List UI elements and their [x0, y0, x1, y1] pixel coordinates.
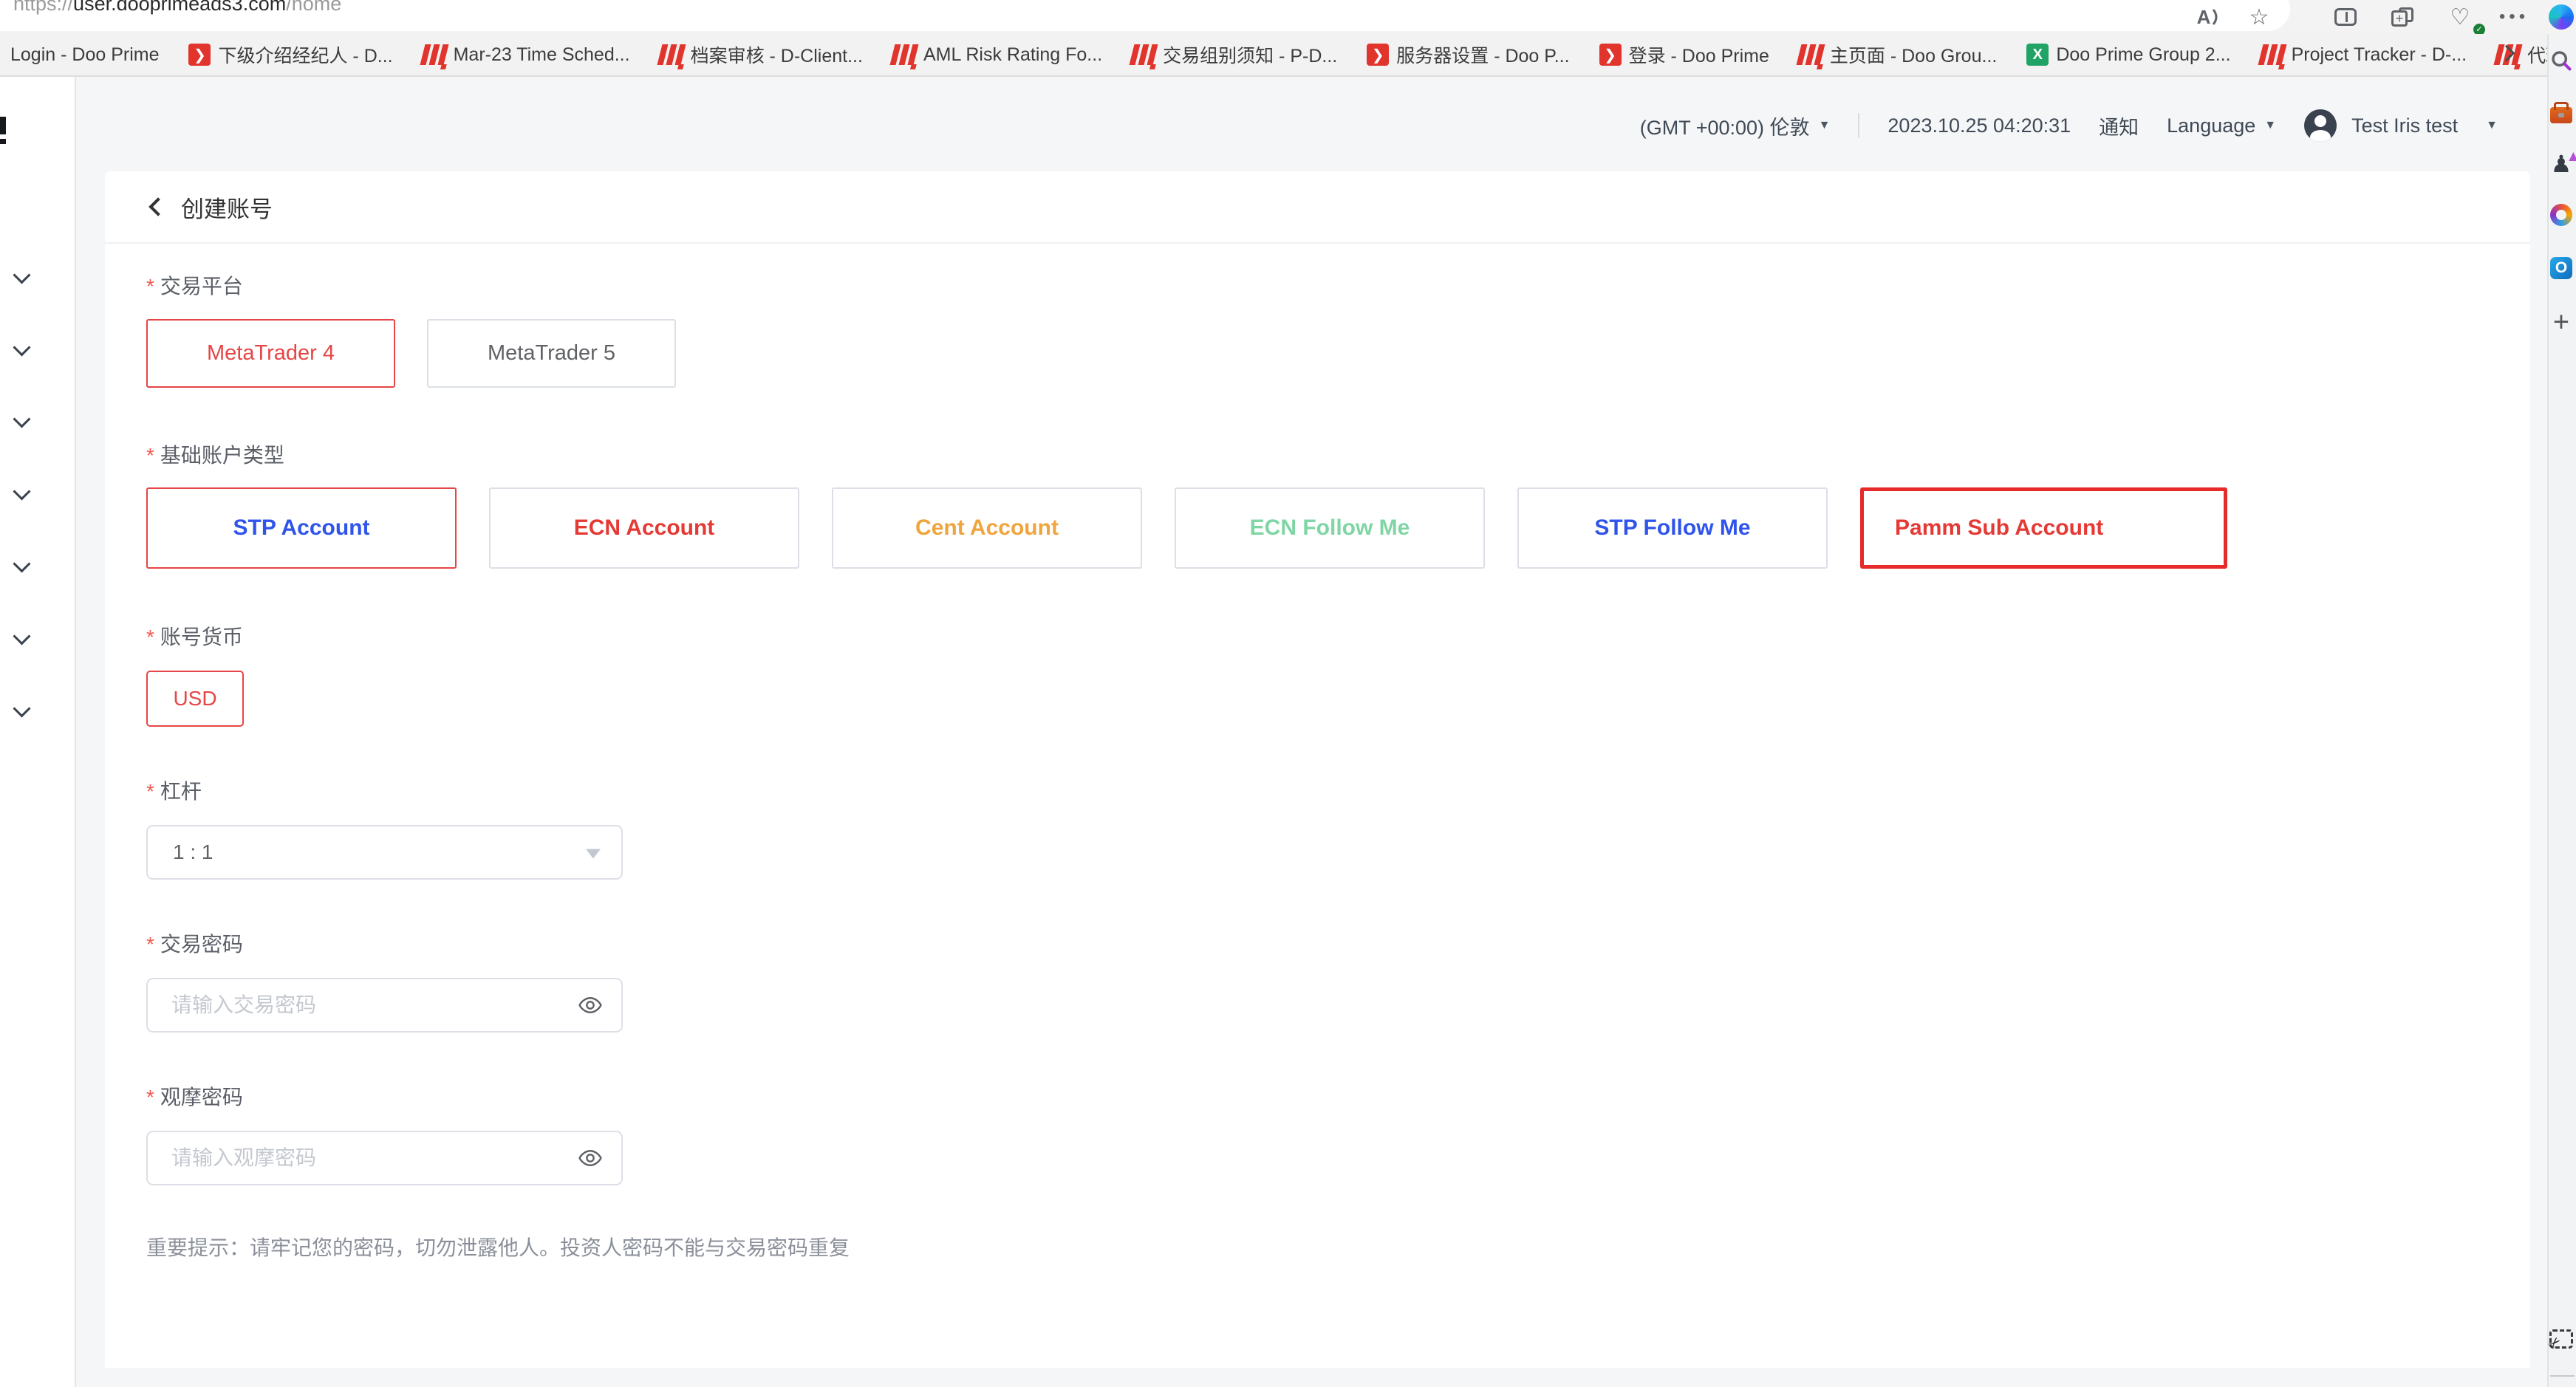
edge-sidebar [2547, 34, 2576, 1387]
left-sidebar [0, 77, 76, 1387]
header-separator [1858, 113, 1859, 138]
collections-icon[interactable]: + [2382, 0, 2423, 34]
microsoft365-icon[interactable] [2550, 204, 2572, 226]
bookmark-item[interactable]: AML Risk Rating Fo... [892, 44, 1102, 66]
doo-prime-p-icon: ❯ [1599, 44, 1622, 66]
copilot-icon[interactable] [2541, 0, 2576, 34]
sidebar-chevron-down-icon[interactable] [13, 338, 30, 356]
platform-label: 交易平台 [146, 273, 2489, 300]
sidebar-chevron-down-icon[interactable] [13, 482, 30, 500]
url-text[interactable]: https://user.dooprimeads3.com/home [13, 0, 341, 16]
bookmark-item[interactable]: Mar-23 Time Sched... [423, 44, 630, 66]
timezone-selector[interactable]: (GMT +00:00) 伦敦 [1640, 112, 1831, 140]
watch-password-label: 观摩密码 [146, 1084, 2489, 1111]
account-type-cent[interactable]: Cent Account [832, 487, 1142, 569]
platform-option-mt4[interactable]: MetaTrader 4 [146, 319, 395, 388]
sidebar-chevron-down-icon[interactable] [13, 410, 30, 428]
account-type-ecn[interactable]: ECN Account [489, 487, 799, 569]
doo-logo-icon [1130, 44, 1158, 65]
card-title-row: 创建账号 [105, 171, 2530, 244]
notifications-link[interactable]: 通知 [2099, 112, 2139, 140]
doo-prime-p-icon: ❯ [1367, 44, 1389, 66]
sidebar-chevron-down-icon[interactable] [13, 627, 30, 645]
show-password-eye-icon[interactable] [577, 1145, 604, 1175]
search-icon[interactable] [2550, 49, 2572, 72]
url-scheme: https:// [13, 0, 73, 15]
browser-toolbar: https://user.dooprimeads3.com/home A ☆ +… [0, 0, 2576, 34]
account-type-options: STP Account ECN Account Cent Account ECN… [146, 487, 2489, 569]
username: Test Iris test [2351, 114, 2458, 137]
outlook-icon[interactable]: O [2550, 257, 2572, 279]
watch-password-input[interactable] [146, 1131, 623, 1185]
games-icon[interactable]: ♟ [2551, 152, 2572, 176]
more-options-icon[interactable]: ••• [2493, 0, 2535, 34]
cut-off-logo-icon [0, 139, 6, 144]
account-type-stp-follow-me[interactable]: STP Follow Me [1517, 487, 1828, 569]
strip-divider [2550, 1375, 2575, 1377]
bookmark-item[interactable]: ❯登录 - Doo Prime [1599, 41, 1769, 68]
currency-option-usd[interactable]: USD [146, 671, 244, 727]
platform-options: MetaTrader 4 MetaTrader 5 [146, 319, 2489, 388]
leverage-label: 杠杆 [146, 778, 2489, 805]
address-bar[interactable]: https://user.dooprimeads3.com/home [0, 0, 2290, 31]
site-header: (GMT +00:00) 伦敦 2023.10.25 04:20:31 通知 L… [1640, 103, 2498, 148]
bookmark-item[interactable]: ❯服务器设置 - Doo P... [1367, 41, 1569, 68]
browser-essentials-icon[interactable]: ♡✓ [2439, 0, 2481, 34]
bookmark-item[interactable]: XDoo Prime Group 2... [2026, 44, 2230, 66]
doo-logo-icon [657, 44, 686, 65]
bookmark-item[interactable]: Login - Doo Prime [10, 44, 159, 66]
trade-password-input[interactable] [146, 978, 623, 1032]
show-password-eye-icon[interactable] [577, 992, 604, 1022]
chevron-down-icon [586, 849, 601, 858]
split-screen-icon[interactable] [2325, 0, 2366, 34]
language-selector[interactable]: Language [2167, 114, 2276, 137]
leverage-select[interactable]: 1 : 1 [146, 825, 623, 880]
sidebar-chevron-down-icon[interactable] [13, 699, 30, 717]
bookmark-item[interactable]: 主页面 - Doo Grou... [1799, 41, 1997, 68]
webpage: (GMT +00:00) 伦敦 2023.10.25 04:20:31 通知 L… [0, 77, 2547, 1387]
account-type-pamm-sub[interactable]: Pamm Sub Account [1860, 487, 2227, 569]
currency-label: 账号货币 [146, 624, 2489, 651]
bookmark-item[interactable]: Project Tracker - D-... [2261, 44, 2467, 66]
avatar[interactable] [2304, 109, 2337, 142]
bookmark-item[interactable]: 档案审核 - D-Client... [660, 41, 863, 68]
trade-password-label: 交易密码 [146, 931, 2489, 958]
create-account-card: 创建账号 交易平台 MetaTrader 4 MetaTrader 5 基础账户… [105, 171, 2530, 1368]
add-icon[interactable]: + [2553, 307, 2569, 339]
toolbox-icon[interactable] [2550, 107, 2572, 123]
account-type-label: 基础账户类型 [146, 442, 2489, 469]
doo-logo-icon [420, 44, 448, 65]
url-domain: user.dooprimeads3.com [73, 0, 286, 15]
bookmark-item[interactable]: 交易组别须知 - P-D... [1132, 41, 1337, 68]
doo-logo-icon [2258, 44, 2286, 65]
doo-logo-icon [1796, 44, 1825, 65]
doo-prime-p-icon: ❯ [188, 44, 211, 66]
page-title: 创建账号 [181, 191, 273, 224]
bookmark-item[interactable]: ❯下级介绍经纪人 - D... [188, 41, 392, 68]
url-path: /home [286, 0, 341, 15]
doo-logo-icon [889, 44, 918, 65]
leverage-value: 1 : 1 [173, 840, 213, 864]
datetime-display: 2023.10.25 04:20:31 [1887, 114, 2071, 137]
read-aloud-icon[interactable]: A [2188, 0, 2230, 34]
favorite-star-icon[interactable]: ☆ [2238, 0, 2280, 34]
back-icon[interactable] [148, 197, 167, 216]
platform-option-mt5[interactable]: MetaTrader 5 [427, 319, 676, 388]
user-menu-chevron-icon[interactable] [2486, 119, 2498, 132]
bookmarks-bar: Login - Doo Prime ❯下级介绍经纪人 - D... Mar-23… [0, 34, 2547, 77]
sidebar-chevron-down-icon[interactable] [13, 555, 30, 572]
password-warning-text: 重要提示：请牢记您的密码，切勿泄露他人。投资人密码不能与交易密码重复 [146, 1235, 2489, 1261]
account-type-stp[interactable]: STP Account [146, 487, 457, 569]
screenshot-snip-icon[interactable] [2549, 1329, 2573, 1349]
excel-icon: X [2026, 44, 2049, 66]
sidebar-chevron-down-icon[interactable] [13, 266, 30, 284]
account-type-ecn-follow-me[interactable]: ECN Follow Me [1175, 487, 1485, 569]
cut-off-logo-icon [0, 117, 6, 134]
